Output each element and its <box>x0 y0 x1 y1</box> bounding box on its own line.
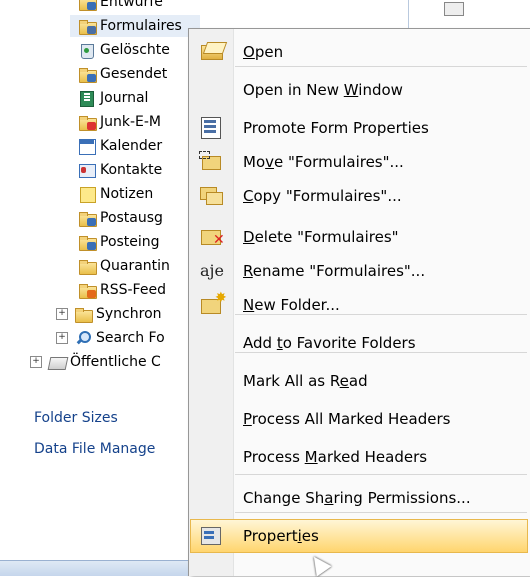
move-folder-icon <box>191 145 233 179</box>
inbox-icon <box>78 234 97 251</box>
empty-icon-slot <box>191 481 233 515</box>
search-folder-icon <box>74 330 92 346</box>
public-folders-icon <box>48 354 66 370</box>
folder-item[interactable]: + Öffentliche C <box>30 351 161 373</box>
menu-item-label: Move "Formulaires"... <box>243 153 404 171</box>
folder-sizes-link[interactable]: Folder Sizes <box>34 410 118 426</box>
empty-icon-slot <box>191 326 233 360</box>
folder-label: Formulaires <box>100 18 182 34</box>
folder-label: Search Fo <box>96 330 165 346</box>
folder-item[interactable]: Posteing <box>78 231 160 253</box>
menu-item-label: Open <box>243 43 284 61</box>
drafts-icon <box>78 0 97 11</box>
menu-item-label: Process All Marked Headers <box>243 410 451 428</box>
menu-item-label: Properties <box>243 527 319 545</box>
new-folder-icon <box>191 288 233 322</box>
folder-label: Quarantin <box>100 258 170 274</box>
outbox-icon <box>78 210 97 227</box>
empty-icon-slot <box>191 364 233 398</box>
menu-item-new-folder[interactable]: New Folder... <box>191 288 529 322</box>
calendar-icon <box>78 138 96 155</box>
folder-label: Synchron <box>96 306 162 322</box>
folder-icon <box>78 258 97 275</box>
folder-item[interactable]: + Search Fo <box>56 327 165 349</box>
folder-label: Kontakte <box>100 162 163 178</box>
folder-label: Kalender <box>100 138 163 154</box>
folder-item[interactable]: Kalender <box>78 135 162 157</box>
sent-folder-icon <box>78 66 97 83</box>
journal-icon <box>78 90 96 107</box>
folder-item[interactable]: Entwürfe <box>78 0 163 13</box>
menu-item-process-marked-headers[interactable]: Process Marked Headers <box>191 440 529 474</box>
menu-item-label: Promote Form Properties <box>243 119 429 137</box>
folder-item[interactable]: + Synchron <box>56 303 162 325</box>
menu-item-label: Mark All as Read <box>243 372 368 390</box>
menu-item-mark-all-as-read[interactable]: Mark All as Read <box>191 364 529 398</box>
folder-item[interactable]: Notizen <box>78 183 153 205</box>
empty-icon-slot <box>191 73 233 107</box>
empty-icon-slot <box>191 440 233 474</box>
folder-item[interactable]: Gesendet <box>78 63 167 85</box>
menu-separator <box>235 474 527 475</box>
menu-item-label: New Folder... <box>243 296 340 314</box>
trash-icon <box>78 42 96 59</box>
menu-item-delete-folder[interactable]: Delete "Formulaires" <box>191 220 529 254</box>
properties-icon <box>191 519 233 553</box>
menu-item-change-sharing-permissions[interactable]: Change Sharing Permissions... <box>191 481 529 515</box>
contacts-icon <box>78 162 96 178</box>
folder-label: Postausg <box>100 210 163 226</box>
folder-label: Posteing <box>100 234 160 250</box>
folder-label: Gelöschte <box>100 42 170 58</box>
folder-label: Journal <box>100 90 149 106</box>
folder-icon <box>74 306 93 323</box>
menu-item-process-all-marked-headers[interactable]: Process All Marked Headers <box>191 402 529 436</box>
folder-item[interactable]: Journal <box>78 87 148 109</box>
rss-folder-icon <box>78 282 97 299</box>
menu-item-promote-form-properties[interactable]: Promote Form Properties <box>191 111 529 145</box>
folder-context-menu: Open Open in New Window Promote Form Prope… <box>188 28 530 576</box>
folder-label: RSS-Feed <box>100 282 166 298</box>
menu-item-open-in-new-window[interactable]: Open in New Window <box>191 73 529 107</box>
expand-toggle-icon[interactable]: + <box>56 332 68 344</box>
folder-label: Entwürfe <box>100 0 163 10</box>
folder-label: Öffentliche C <box>70 354 161 370</box>
folder-label: Junk-E-M <box>100 114 162 130</box>
menu-item-label: Change Sharing Permissions... <box>243 489 471 507</box>
menu-item-rename-folder[interactable]: Rename "Formulaires"... <box>191 254 529 288</box>
folder-label: Notizen <box>100 186 154 202</box>
expand-toggle-icon[interactable]: + <box>56 308 68 320</box>
mail-icon <box>444 2 464 16</box>
notes-icon <box>78 186 96 203</box>
folder-item[interactable]: Postausg <box>78 207 163 229</box>
delete-folder-icon <box>191 220 233 254</box>
menu-item-label: Copy "Formulaires"... <box>243 187 402 205</box>
copy-folder-icon <box>191 179 233 213</box>
folder-label: Gesendet <box>100 66 168 82</box>
open-folder-icon <box>191 35 233 69</box>
data-file-management-link[interactable]: Data File Manage <box>34 441 155 457</box>
expand-toggle-icon[interactable]: + <box>30 356 42 368</box>
folder-item[interactable]: Junk-E-M <box>78 111 161 133</box>
menu-item-label: Open in New Window <box>243 81 403 99</box>
menu-item-move-folder[interactable]: Move "Formulaires"... <box>191 145 529 179</box>
menu-item-copy-folder[interactable]: Copy "Formulaires"... <box>191 179 529 213</box>
folder-item[interactable]: Kontakte <box>78 159 162 181</box>
folder-item[interactable]: RSS-Feed <box>78 279 166 301</box>
menu-item-label: Delete "Formulaires" <box>243 228 399 246</box>
menu-item-add-to-favorite-folders[interactable]: Add to Favorite Folders <box>191 326 529 360</box>
menu-item-label: Process Marked Headers <box>243 448 428 466</box>
rename-icon <box>191 254 233 288</box>
junk-folder-icon <box>78 114 97 131</box>
menu-item-properties[interactable]: Properties <box>190 519 528 553</box>
folder-item[interactable]: Quarantin <box>78 255 170 277</box>
empty-icon-slot <box>191 402 233 436</box>
forms-folder-icon <box>78 18 97 35</box>
folder-item[interactable]: Gelöschte <box>78 39 170 61</box>
menu-item-label: Add to Favorite Folders <box>243 334 416 352</box>
menu-item-open[interactable]: Open <box>191 35 529 69</box>
folder-item[interactable]: Formulaires <box>70 15 200 37</box>
menu-item-label: Rename "Formulaires"... <box>243 262 426 280</box>
form-properties-icon <box>191 111 233 145</box>
